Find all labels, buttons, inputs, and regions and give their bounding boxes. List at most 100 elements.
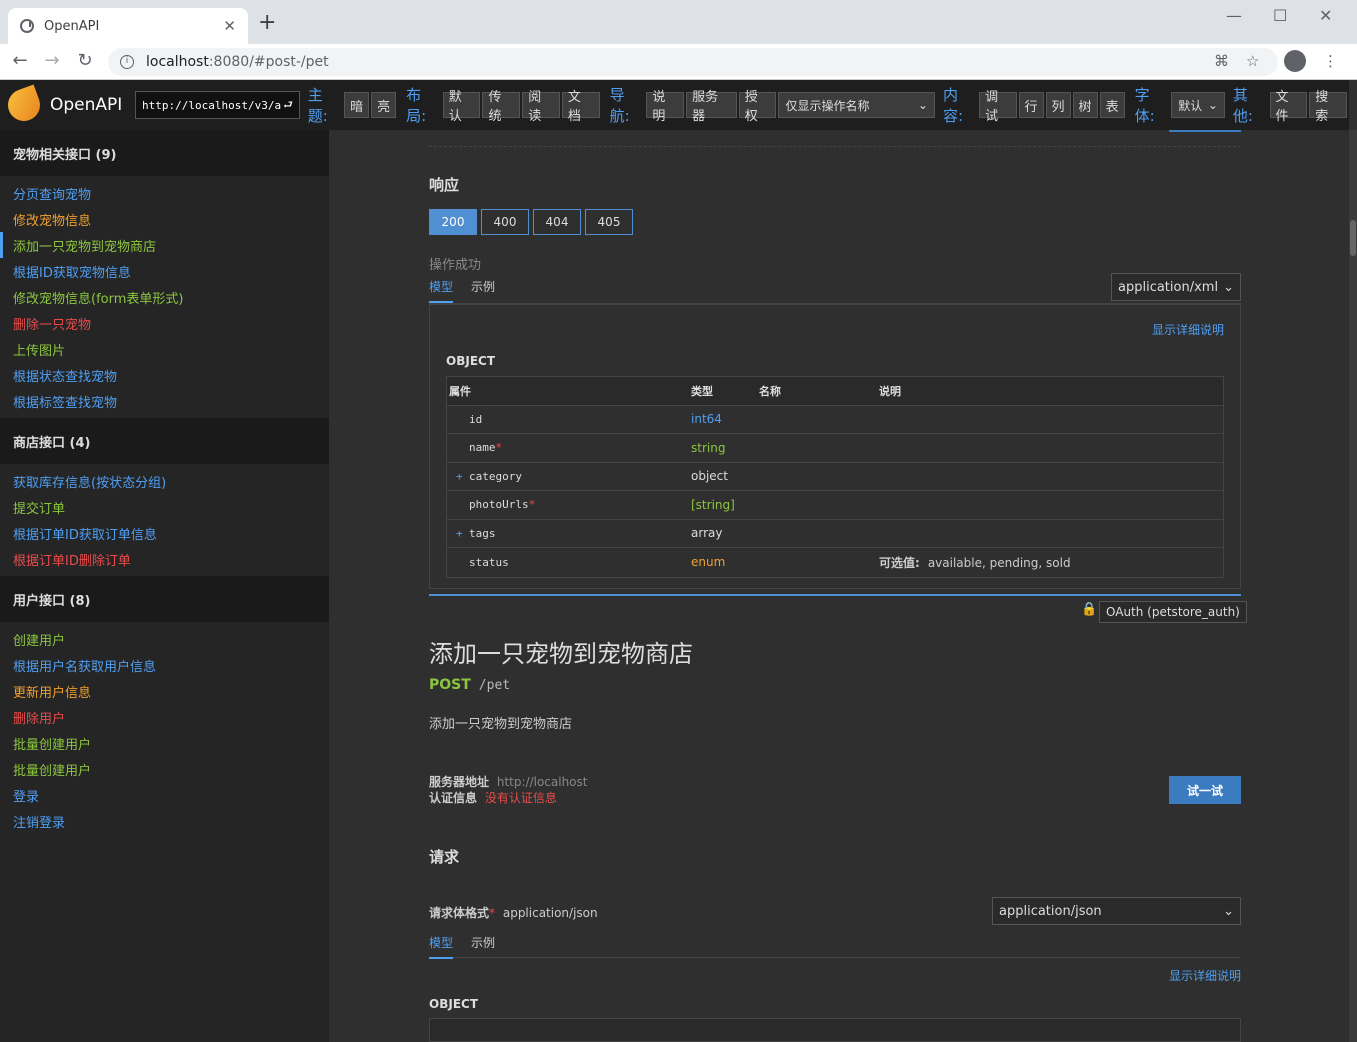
toolbar-button[interactable]: 传统 xyxy=(482,90,521,124)
toolbar-button[interactable]: 文档 xyxy=(561,90,600,124)
sidebar-item[interactable]: 删除一只宠物 xyxy=(0,310,329,336)
sidebar-item[interactable]: 提交订单 xyxy=(0,494,329,520)
operation-method-path: POST /pet xyxy=(429,677,1241,693)
oauth-badge[interactable]: OAuth (petstore_auth) xyxy=(1099,601,1247,623)
reload-icon[interactable]: ↻ xyxy=(73,50,97,71)
expand-icon[interactable]: + xyxy=(456,527,463,540)
sidebar-item[interactable]: 批量创建用户 xyxy=(0,730,329,756)
sidebar-item[interactable]: 根据状态查找宠物 xyxy=(0,362,329,388)
expand-icon[interactable]: + xyxy=(456,470,463,483)
request-tab-example[interactable]: 示例 xyxy=(471,934,495,959)
request-heading: 请求 xyxy=(429,848,460,866)
show-details-link[interactable]: 显示详细说明 xyxy=(446,321,1224,338)
request-media-type-value: application/json xyxy=(999,903,1102,919)
toolbar-button[interactable]: 授权 xyxy=(738,90,777,124)
translate-icon[interactable]: ⌘ xyxy=(1214,52,1229,70)
description-cell xyxy=(879,526,1223,540)
toolbar-button[interactable]: 列 xyxy=(1045,92,1071,118)
toolbar-select[interactable]: 仅显示操作名称 ⌄ xyxy=(778,92,935,118)
operation-path: /pet xyxy=(478,678,511,693)
toolbar-button[interactable]: 表 xyxy=(1099,92,1125,118)
browser-tab[interactable]: OpenAPI ✕ xyxy=(8,8,248,44)
body-format-value: application/json xyxy=(502,906,598,920)
property-name: status xyxy=(469,555,509,569)
sidebar-item[interactable]: 获取库存信息(按状态分组) xyxy=(0,468,329,494)
toolbar-button[interactable]: 搜索 xyxy=(1309,90,1347,124)
schema-table: 属件 类型 名称 说明 id int64 name* string + categ… xyxy=(446,376,1224,578)
try-it-button[interactable]: 试一试 xyxy=(1169,776,1241,804)
url-rest: :8080/#post-/pet xyxy=(208,54,329,70)
toolbar-button[interactable]: 阅读 xyxy=(522,90,560,124)
star-icon[interactable]: ☆ xyxy=(1246,52,1259,70)
request-show-details-link[interactable]: 显示详细说明 xyxy=(429,967,1241,984)
sidebar-item[interactable]: 根据用户名获取用户信息 xyxy=(0,652,329,678)
method-badge: POST xyxy=(429,677,471,693)
toolbar-button[interactable]: 文件 xyxy=(1269,90,1308,124)
sidebar-item[interactable]: 根据ID获取宠物信息 xyxy=(0,258,329,284)
response-code-button[interactable]: 404 xyxy=(533,209,581,235)
back-icon[interactable]: ← xyxy=(8,50,32,71)
toolbar-button[interactable]: 调试 xyxy=(979,90,1017,124)
new-tab-icon[interactable]: + xyxy=(258,12,276,34)
response-media-type-select[interactable]: application/xml ⌄ xyxy=(1111,273,1241,301)
toolbar-button[interactable]: 亮 xyxy=(371,92,397,118)
toolbar-button[interactable]: 服务器 xyxy=(686,90,737,124)
sidebar-group-header[interactable]: 用户接口 (8) xyxy=(0,576,329,622)
response-code-button[interactable]: 400 xyxy=(481,209,529,235)
maximize-icon[interactable]: ☐ xyxy=(1273,6,1287,25)
toolbar-button[interactable]: 行 xyxy=(1018,92,1044,118)
media-type-value: application/xml xyxy=(1118,279,1219,295)
prev-try-button-edge xyxy=(1169,130,1241,132)
sidebar-item[interactable]: 修改宠物信息 xyxy=(0,206,329,232)
toolbar-label: 其他: xyxy=(1232,86,1253,125)
profile-avatar-icon[interactable] xyxy=(1284,50,1306,72)
sidebar-group-header[interactable]: 宠物相关接口 (9) xyxy=(0,130,329,176)
enum-values: available, pending, sold xyxy=(927,555,1071,570)
type-cell: array xyxy=(691,526,723,541)
sidebar-item[interactable]: 注销登录 xyxy=(0,808,329,834)
lock-icon: 🔒 xyxy=(1081,602,1098,617)
scrollbar[interactable] xyxy=(1349,130,1357,1042)
menu-dots-icon[interactable]: ⋮ xyxy=(1323,52,1338,70)
toolbar-button[interactable]: 说明 xyxy=(646,90,685,124)
response-model-box: 显示详细说明 OBJECT 属件 类型 名称 说明 id int64 name*… xyxy=(429,304,1241,589)
sidebar-item[interactable]: 根据订单ID获取订单信息 xyxy=(0,520,329,546)
sidebar-item[interactable]: 根据标签查找宠物 xyxy=(0,388,329,414)
forward-icon[interactable]: → xyxy=(40,50,64,71)
toolbar-group: 字体: 默认 ⌄ xyxy=(1135,84,1225,126)
sidebar-item[interactable]: 创建用户 xyxy=(0,626,329,652)
tab-example[interactable]: 示例 xyxy=(471,278,495,303)
property-cell[interactable]: + tags xyxy=(447,527,691,540)
auth-info: 认证信息 没有认证信息 xyxy=(429,789,1241,806)
sidebar-item[interactable]: 更新用户信息 xyxy=(0,678,329,704)
sidebar-group-header[interactable]: 商店接口 (4) xyxy=(0,418,329,464)
property-cell[interactable]: + category xyxy=(447,470,691,483)
response-code-button[interactable]: 200 xyxy=(429,209,477,235)
sidebar-item[interactable]: 添加一只宠物到宠物商店 xyxy=(0,232,329,258)
sidebar-item[interactable]: 根据订单ID删除订单 xyxy=(0,546,329,572)
toolbar-label: 布局: xyxy=(406,86,427,125)
close-window-icon[interactable]: ✕ xyxy=(1319,6,1332,25)
toolbar-group: 布局: 默认 传统 阅读 文档 xyxy=(406,84,601,126)
property-cell: id xyxy=(447,413,691,426)
spec-url-input[interactable]: http://localhost/v3/a ⮐ xyxy=(135,91,300,119)
response-code-button[interactable]: 405 xyxy=(585,209,633,235)
close-tab-icon[interactable]: ✕ xyxy=(223,17,236,35)
toolbar-button[interactable]: 暗 xyxy=(344,92,370,118)
toolbar-button[interactable]: 树 xyxy=(1072,92,1098,118)
sidebar-item[interactable]: 修改宠物信息(form表单形式) xyxy=(0,284,329,310)
url-field[interactable]: i localhost:8080/#post-/pet xyxy=(108,48,1278,76)
sidebar-item[interactable]: 分页查询宠物 xyxy=(0,180,329,206)
sidebar-item[interactable]: 删除用户 xyxy=(0,704,329,730)
info-icon[interactable]: i xyxy=(120,55,134,69)
toolbar-select[interactable]: 默认 ⌄ xyxy=(1171,92,1225,118)
request-tab-model[interactable]: 模型 xyxy=(429,934,454,959)
sidebar-item[interactable]: 批量创建用户 xyxy=(0,756,329,782)
scrollbar-thumb[interactable] xyxy=(1350,220,1356,256)
minimize-icon[interactable]: — xyxy=(1226,6,1242,25)
sidebar-item[interactable]: 登录 xyxy=(0,782,329,808)
request-media-type-select[interactable]: application/json ⌄ xyxy=(992,897,1241,925)
tab-model[interactable]: 模型 xyxy=(429,278,454,303)
sidebar-item[interactable]: 上传图片 xyxy=(0,336,329,362)
toolbar-button[interactable]: 默认 xyxy=(442,90,481,124)
